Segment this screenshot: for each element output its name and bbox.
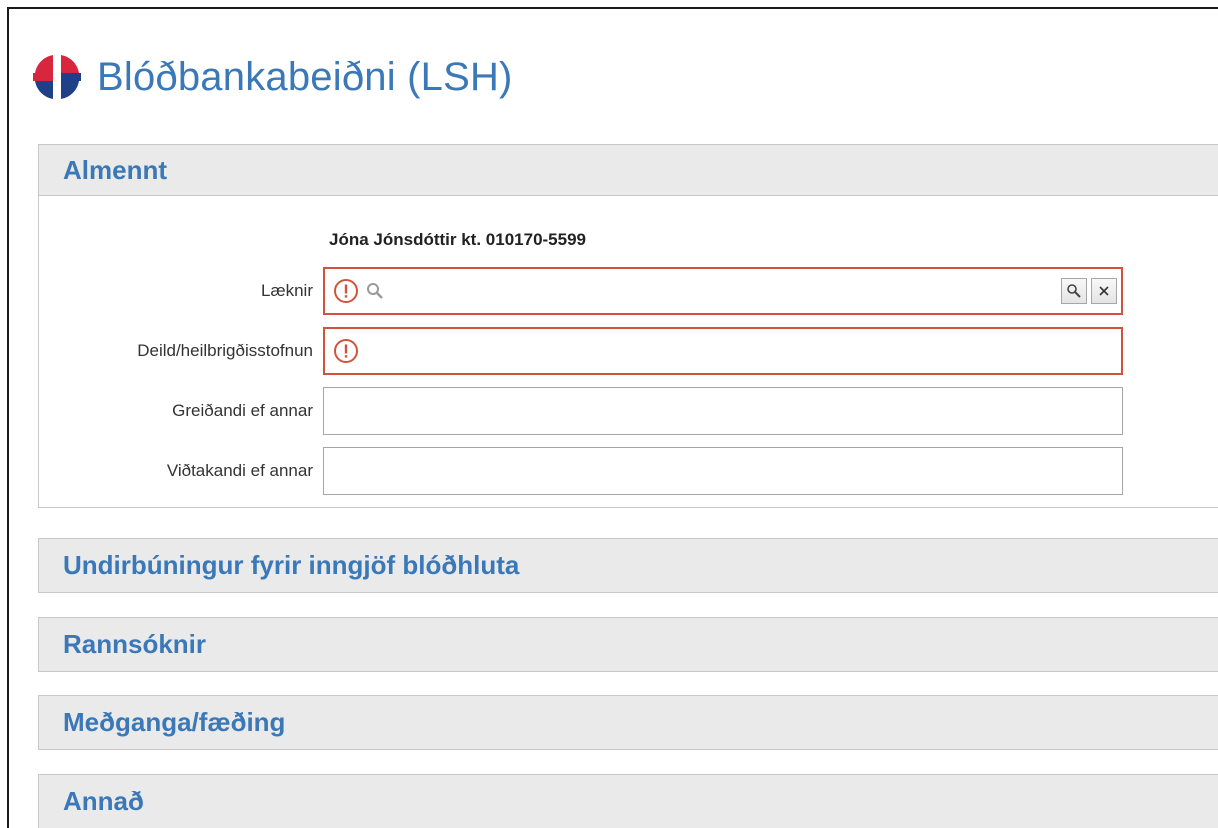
hospital-cross-logo-icon	[33, 55, 81, 99]
laeknir-input[interactable]	[385, 276, 1061, 306]
laeknir-field	[323, 267, 1123, 315]
section-annad: Annað	[38, 774, 1218, 828]
app-window: Blóðbankabeiðni (LSH) Almennt Jóna Jónsd…	[7, 7, 1218, 828]
lookup-button[interactable]	[1061, 278, 1087, 304]
deild-input[interactable]	[359, 336, 1121, 366]
deild-field	[323, 327, 1123, 375]
vidtakandi-input[interactable]	[332, 456, 1122, 486]
section-body-almennt: Jóna Jónsdóttir kt. 010170-5599 Læknir D…	[39, 196, 1218, 507]
row-laeknir: Læknir	[39, 267, 1218, 315]
section-header-undirbuningur[interactable]: Undirbúningur fyrir inngjöf blóðhluta	[39, 539, 1218, 592]
clear-button[interactable]	[1091, 278, 1117, 304]
exclamation-circle-icon	[334, 279, 358, 303]
search-icon	[367, 283, 383, 299]
section-rannsoknir: Rannsóknir	[38, 617, 1218, 672]
row-deild: Deild/heilbrigðisstofnun	[39, 327, 1218, 375]
row-vidtakandi: Viðtakandi ef annar	[39, 447, 1218, 495]
exclamation-circle-icon	[334, 339, 358, 363]
app-header: Blóðbankabeiðni (LSH)	[33, 45, 513, 109]
close-icon	[1099, 286, 1109, 296]
section-almennt: Almennt Jóna Jónsdóttir kt. 010170-5599 …	[38, 144, 1218, 508]
section-medganga: Meðganga/fæðing	[38, 695, 1218, 750]
label-vidtakandi: Viðtakandi ef annar	[166, 461, 313, 480]
magnifier-icon	[1067, 284, 1081, 298]
section-header-medganga[interactable]: Meðganga/fæðing	[39, 696, 1218, 749]
section-header-almennt[interactable]: Almennt	[39, 145, 1218, 196]
patient-name: Jóna Jónsdóttir kt. 010170-5599	[329, 230, 587, 249]
section-undirbuningur: Undirbúningur fyrir inngjöf blóðhluta	[38, 538, 1218, 593]
label-laeknir: Læknir	[261, 281, 313, 300]
vidtakandi-field	[323, 447, 1123, 495]
section-header-annad[interactable]: Annað	[39, 775, 1218, 828]
label-greidandi: Greiðandi ef annar	[172, 401, 313, 420]
app-title: Blóðbankabeiðni (LSH)	[97, 54, 513, 99]
section-header-rannsoknir[interactable]: Rannsóknir	[39, 618, 1218, 671]
label-deild: Deild/heilbrigðisstofnun	[137, 341, 313, 360]
greidandi-field	[323, 387, 1123, 435]
greidandi-input[interactable]	[332, 396, 1122, 426]
row-greidandi: Greiðandi ef annar	[39, 387, 1218, 435]
